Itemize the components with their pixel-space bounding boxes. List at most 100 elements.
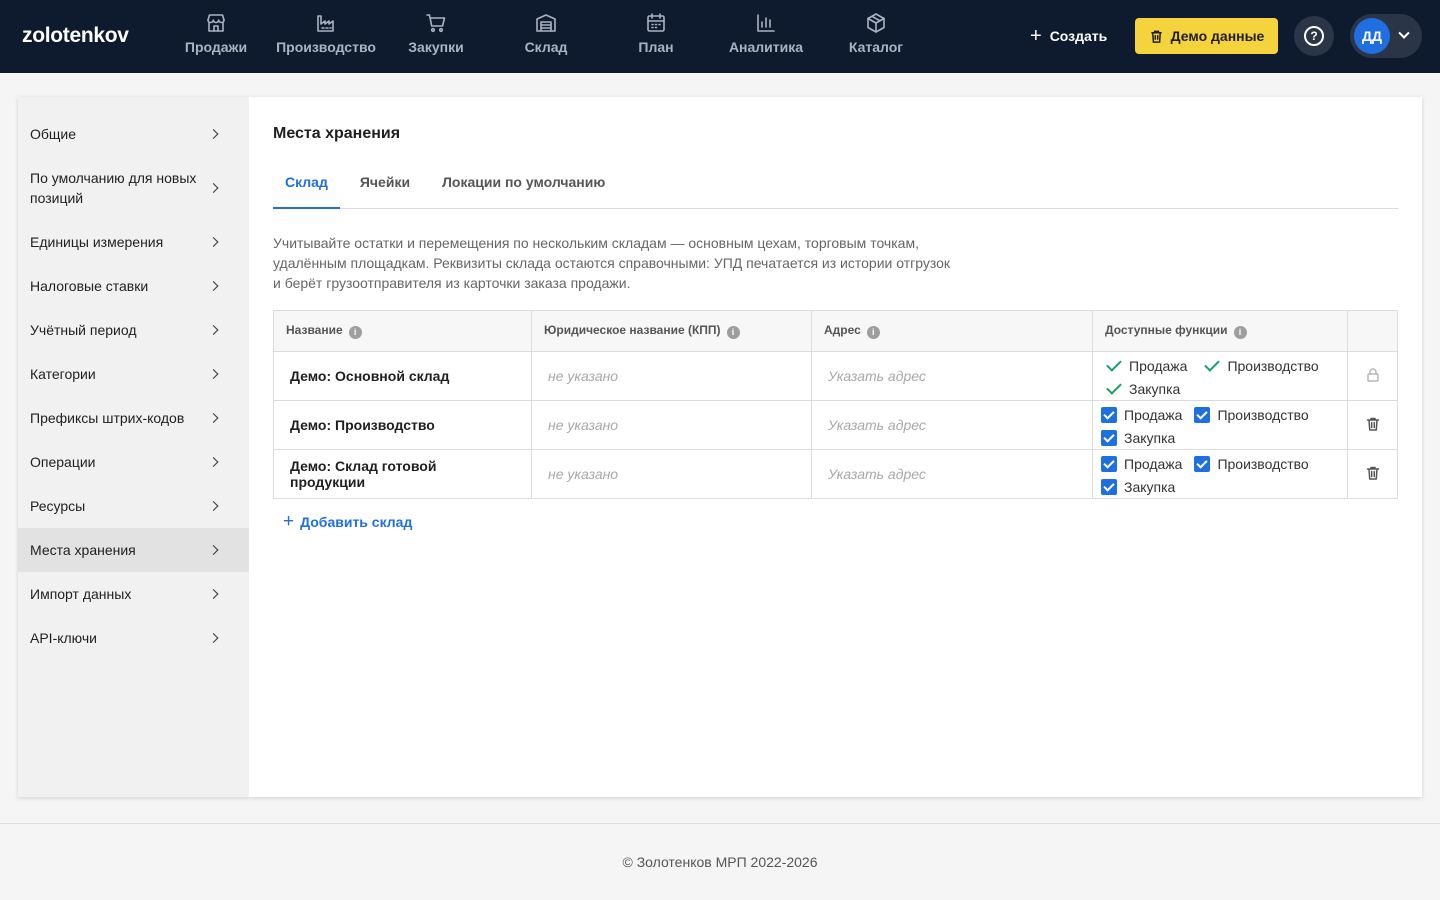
chevron-right-icon [208,325,219,335]
store-icon [207,14,225,32]
legal-name-field[interactable]: не указано [531,351,812,401]
footer: © Золотенков МРП 2022-2026 [0,823,1440,900]
nav-plan[interactable]: План [601,0,711,73]
column-header-actions [1347,310,1398,352]
actions-cell [1347,449,1398,499]
info-icon[interactable]: i [726,325,740,339]
nav-label: Аналитика [728,39,804,55]
sidebar-item-data-import[interactable]: Импорт данных [18,572,249,616]
function-production: Производство [1194,403,1309,426]
chevron-right-icon [208,237,219,247]
sales-checkbox[interactable] [1101,406,1117,423]
sidebar-item-label: Единицы измерения [30,234,164,250]
cart-icon [426,14,446,33]
nav-label: План [638,39,674,55]
sidebar-item-label: Места хранения [30,542,136,558]
tab-cells[interactable]: Ячейки [348,170,422,209]
function-purchase: Закупка [1101,377,1180,400]
nav-catalog[interactable]: Каталог [821,0,931,73]
functions-cell: Продажа Производство Закупка [1092,351,1348,401]
nav-analytics[interactable]: Аналитика [711,0,821,73]
warehouse-name[interactable]: Демо: Производство [273,400,532,450]
help-circle-icon: ? [1304,26,1324,46]
top-navbar: zolotenkov Продажи Производство Закупки … [0,0,1440,73]
main-content: Места хранения Склад Ячейки Локации по у… [249,97,1422,797]
info-icon[interactable]: i [866,325,880,339]
check-icon [1106,378,1122,395]
function-purchase: Закупка [1101,426,1175,449]
brand-logo[interactable]: zolotenkov [22,24,129,48]
table-row: Демо: Производство не указано Указать ад… [273,400,1398,450]
trash-icon[interactable] [1365,465,1381,481]
plus-icon: + [1030,25,1042,47]
info-icon[interactable]: i [1233,325,1247,339]
sidebar-item-resources[interactable]: Ресурсы [18,484,249,528]
trash-icon[interactable] [1365,416,1381,432]
legal-name-field[interactable]: не указано [531,449,812,499]
chevron-right-icon [208,281,219,291]
warehouse-name[interactable]: Демо: Основной склад [273,351,532,401]
address-field[interactable]: Указать адрес [811,351,1093,401]
tab-default-locations[interactable]: Локации по умолчанию [430,170,617,209]
box-icon [867,13,885,33]
add-warehouse-button[interactable]: + Добавить склад [283,512,412,531]
info-icon[interactable]: i [348,325,362,339]
sales-checkbox[interactable] [1101,455,1117,472]
calendar-icon [647,13,665,32]
nav-production[interactable]: Производство [271,0,381,73]
tab-warehouse[interactable]: Склад [273,170,340,209]
sidebar-item-general[interactable]: Общие [18,112,249,156]
chevron-right-icon [208,501,219,511]
sidebar-item-label: Категории [30,366,96,382]
chevron-right-icon [208,457,219,467]
chevron-right-icon [208,413,219,423]
purchase-checkbox[interactable] [1101,429,1117,446]
warehouse-name[interactable]: Демо: Склад готовой продукции [273,449,532,499]
trash-icon [1151,30,1162,43]
sidebar-item-label: Ресурсы [30,498,86,514]
chevron-right-icon [208,589,219,599]
column-header-legal-name[interactable]: Юридическое название (КПП) i [531,310,812,352]
add-warehouse-label: Добавить склад [300,513,413,530]
sidebar-item-barcode-prefixes[interactable]: Префиксы штрих-кодов [18,396,249,440]
nav-sales[interactable]: Продажи [161,0,271,73]
user-menu[interactable]: ДД [1350,14,1422,58]
actions-cell [1347,351,1398,401]
sidebar-item-tax-rates[interactable]: Налоговые ставки [18,264,249,308]
sidebar-item-defaults[interactable]: По умолчанию для новых позиций [18,156,249,220]
demo-data-button[interactable]: Демо данные [1135,18,1278,54]
function-production: Производство [1194,452,1309,475]
address-field[interactable]: Указать адрес [811,400,1093,450]
create-button[interactable]: + Создать [1018,20,1119,52]
sidebar-item-categories[interactable]: Категории [18,352,249,396]
sidebar-item-operations[interactable]: Операции [18,440,249,484]
page-title: Места хранения [273,125,401,142]
nav-purchases[interactable]: Закупки [381,0,491,73]
production-checkbox[interactable] [1194,406,1211,423]
function-production: Производство [1199,354,1319,377]
purchase-checkbox[interactable] [1101,478,1117,495]
function-sales: Продажа [1101,403,1182,426]
chevron-right-icon [208,633,219,643]
factory-icon [317,15,334,32]
column-header-name[interactable]: Название i [273,310,532,352]
functions-cell: Продажа Производство Закупка [1092,400,1348,450]
bar-chart-icon [757,14,775,32]
address-field[interactable]: Указать адрес [811,449,1093,499]
nav-warehouse[interactable]: Склад [491,0,601,73]
column-header-functions[interactable]: Доступные функции i [1092,310,1348,352]
help-button[interactable]: ? [1294,16,1334,56]
actions-cell [1347,400,1398,450]
column-header-address[interactable]: Адрес i [811,310,1093,352]
sidebar-item-label: Общие [30,126,77,142]
production-checkbox[interactable] [1194,455,1211,472]
sidebar-item-storage-locations[interactable]: Места хранения [18,528,249,572]
sidebar-item-label: Налоговые ставки [30,278,149,294]
sidebar-item-accounting-period[interactable]: Учётный период [18,308,249,352]
nav-label: Каталог [848,39,904,55]
sidebar-item-units[interactable]: Единицы измерения [18,220,249,264]
sidebar-item-api-keys[interactable]: API-ключи [18,616,249,660]
legal-name-field[interactable]: не указано [531,400,812,450]
chevron-down-icon [1398,27,1410,39]
sidebar-item-label: API-ключи [30,630,97,646]
